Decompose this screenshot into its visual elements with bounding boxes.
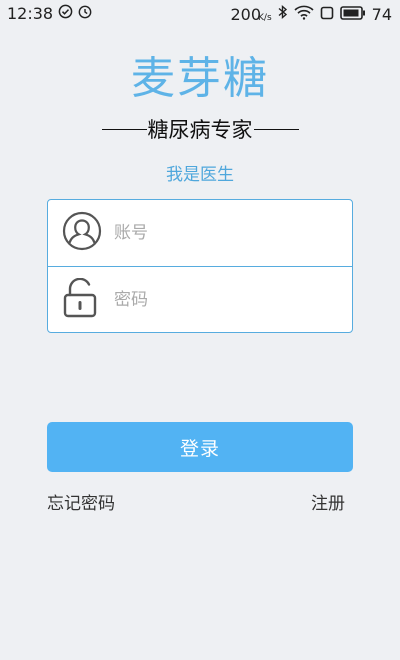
account-row <box>48 200 352 267</box>
status-right: 200K/s 74 <box>230 4 392 24</box>
login-form <box>47 199 353 333</box>
login-button[interactable]: 登录 <box>47 422 353 472</box>
status-time: 12:38 <box>7 4 54 23</box>
check-circle-icon <box>58 4 73 23</box>
account-input[interactable] <box>114 200 344 266</box>
tagline-left-rule <box>101 128 147 130</box>
tagline-text: 糖尿病专家 <box>147 118 253 142</box>
app-title: 麦芽糖 <box>131 53 269 104</box>
tagline-right-rule <box>253 128 299 130</box>
bluetooth-icon <box>278 4 288 24</box>
tagline: 糖尿病专家 <box>0 114 400 144</box>
lock-icon <box>62 277 98 322</box>
sim-card-icon <box>320 5 334 24</box>
login-screen: 12:38 200K/s 74 麦芽糖 糖尿病专家 我是医生 账号 登录 忘记密… <box>0 0 400 660</box>
forgot-password-link[interactable]: 忘记密码 <box>47 489 115 514</box>
battery-icon <box>339 5 366 24</box>
status-bar: 12:38 200K/s 74 <box>0 0 400 28</box>
network-speed-value: 200 <box>230 4 262 24</box>
password-row <box>48 267 352 333</box>
user-icon <box>62 211 102 255</box>
network-speed-unit: K/s <box>258 12 272 23</box>
role-label[interactable]: 我是医生 <box>0 160 400 185</box>
register-link[interactable]: 注册 <box>311 489 345 514</box>
status-left: 12:38 <box>7 4 92 23</box>
battery-level: 74 <box>371 4 392 24</box>
clock-icon <box>78 4 92 23</box>
network-speed: 200K/s <box>230 5 271 24</box>
password-input[interactable] <box>114 267 344 333</box>
wifi-icon <box>294 5 314 24</box>
